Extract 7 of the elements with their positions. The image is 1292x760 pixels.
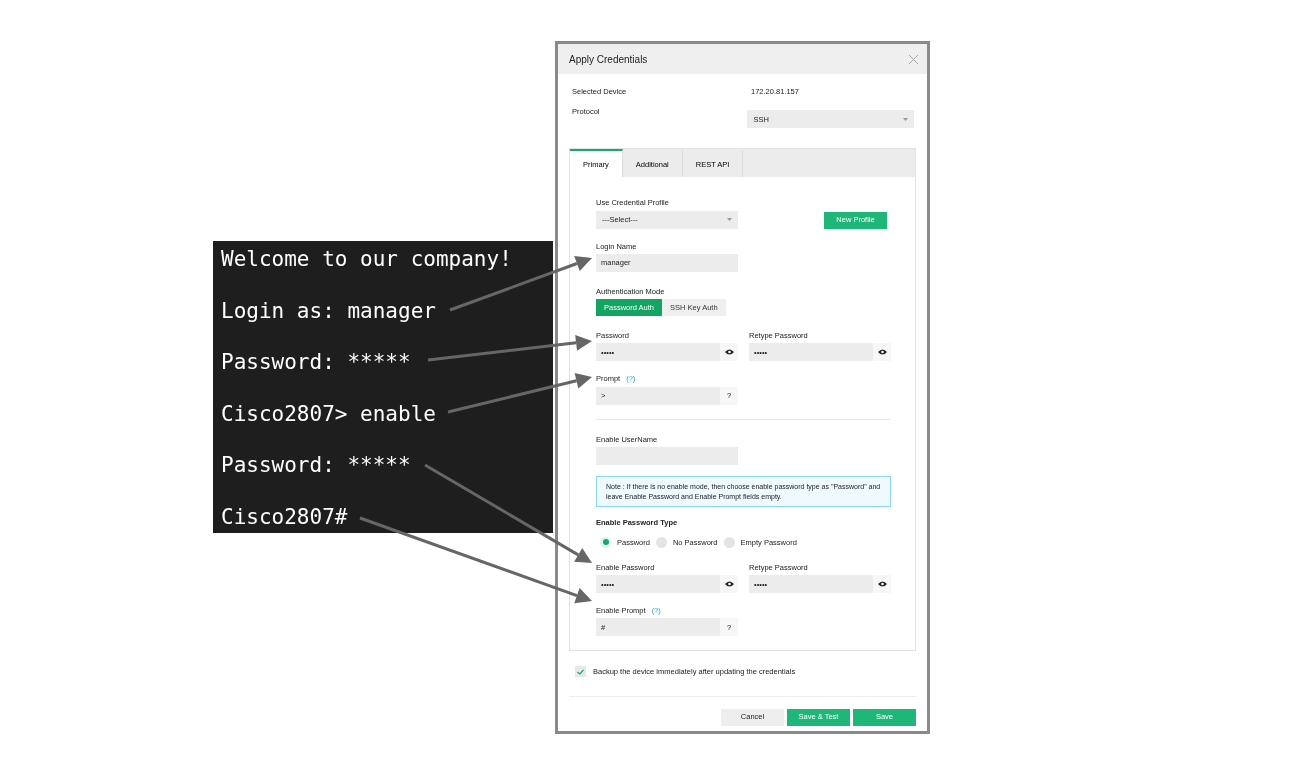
dialog-title: Apply Credentials [569, 52, 648, 67]
terminal-line: Password: ***** [221, 350, 411, 374]
terminal-line: Welcome to our company! [221, 247, 512, 271]
terminal-line: Cisco2807> enable [221, 401, 436, 426]
terminal-line: Cisco2807# [221, 504, 348, 529]
terminal-line: Login as: manager [221, 298, 436, 323]
terminal-line: Password: ***** [221, 453, 411, 477]
